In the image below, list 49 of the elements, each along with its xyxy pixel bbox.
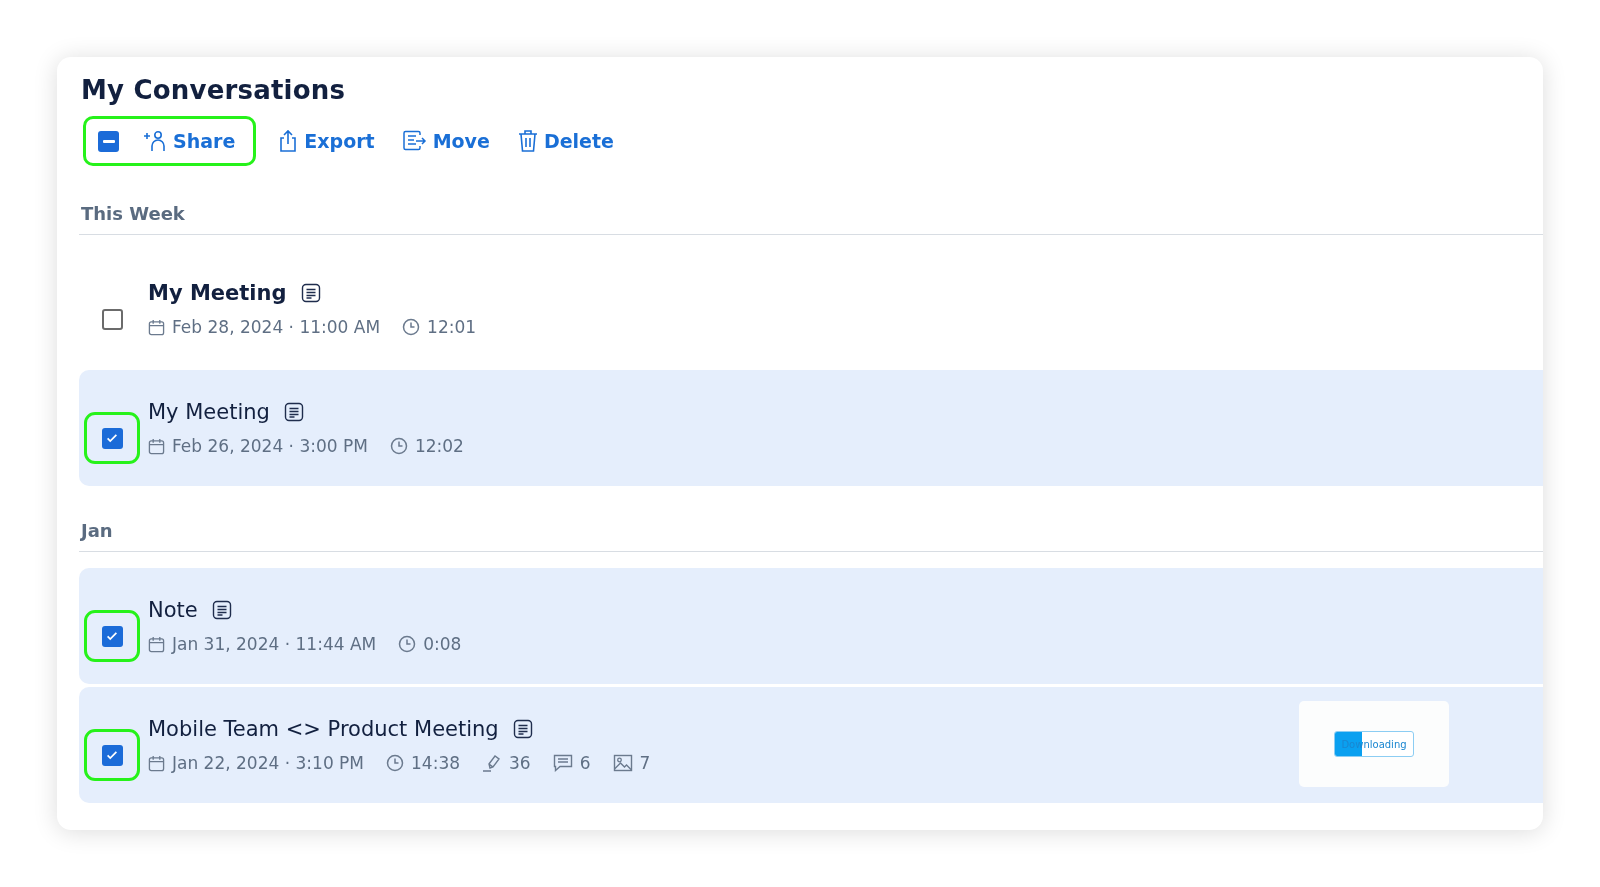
conversation-row[interactable]: My Meeting Feb 28, 2024 · 11:00 AM 12:01 bbox=[79, 251, 1543, 367]
conversation-title[interactable]: Mobile Team <> Product Meeting bbox=[148, 717, 499, 741]
upload-icon bbox=[278, 129, 299, 153]
minus-icon bbox=[102, 139, 115, 143]
document-icon bbox=[512, 719, 533, 739]
clock-icon bbox=[386, 754, 405, 772]
duration-text: 14:38 bbox=[411, 753, 461, 773]
date-text: Jan 31, 2024 · 11:44 AM bbox=[172, 634, 377, 654]
date-text: Feb 28, 2024 · 11:00 AM bbox=[172, 317, 381, 337]
count-text: 7 bbox=[639, 753, 651, 773]
date-text: Feb 26, 2024 · 3:00 PM bbox=[172, 436, 368, 456]
conversation-title[interactable]: My Meeting bbox=[148, 400, 270, 424]
count-text: 6 bbox=[579, 753, 591, 773]
date-text: Jan 22, 2024 · 3:10 PM bbox=[172, 753, 365, 773]
calendar-icon bbox=[148, 754, 165, 772]
section-heading: Jan bbox=[79, 520, 114, 541]
document-icon bbox=[211, 600, 232, 620]
export-button[interactable]: Export bbox=[272, 125, 381, 157]
count-text: 36 bbox=[509, 753, 531, 773]
select-all-checkbox[interactable] bbox=[98, 130, 119, 152]
row-checkbox[interactable] bbox=[101, 744, 123, 766]
row-checkbox[interactable] bbox=[101, 625, 123, 647]
clock-icon bbox=[402, 318, 421, 336]
document-icon bbox=[300, 283, 321, 303]
add-person-icon bbox=[143, 130, 167, 152]
trash-icon bbox=[517, 129, 538, 153]
row-checkbox[interactable] bbox=[101, 308, 123, 330]
share-button[interactable]: Share bbox=[137, 126, 242, 156]
calendar-icon bbox=[148, 635, 165, 653]
clock-icon bbox=[398, 635, 417, 653]
conversation-title[interactable]: Note bbox=[148, 598, 198, 622]
duration-text: 12:01 bbox=[427, 317, 477, 337]
conversation-row[interactable]: My Meeting Feb 26, 2024 · 3:00 PM 12:02 bbox=[79, 370, 1543, 486]
calendar-icon bbox=[148, 437, 165, 455]
section-heading: This Week bbox=[80, 203, 186, 224]
duration-text: 12:02 bbox=[414, 436, 464, 456]
duration-text: 0:08 bbox=[423, 634, 462, 654]
conversation-title[interactable]: My Meeting bbox=[148, 281, 287, 305]
calendar-icon bbox=[148, 318, 165, 336]
document-icon bbox=[283, 402, 304, 422]
page-title: My Conversations bbox=[81, 75, 347, 105]
comment-icon bbox=[552, 754, 573, 772]
image-icon bbox=[612, 754, 633, 772]
clock-icon bbox=[389, 437, 408, 455]
conversation-row[interactable]: Note Jan 31, 2024 · 11:44 AM 0:08 bbox=[79, 568, 1543, 684]
row-checkbox[interactable] bbox=[101, 427, 123, 449]
document-arrow-icon bbox=[402, 130, 427, 152]
delete-button[interactable]: Delete bbox=[511, 125, 620, 157]
move-button[interactable]: Move bbox=[396, 126, 496, 156]
